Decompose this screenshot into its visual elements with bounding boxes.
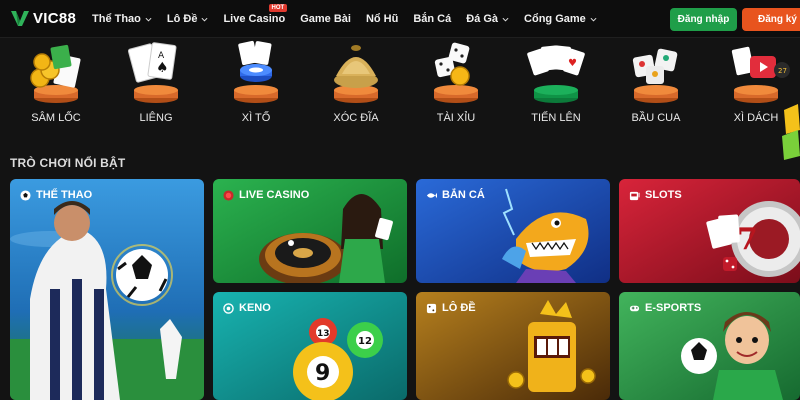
card-title: BẮN CÁ [442, 189, 485, 201]
card-title: LIVE CASINO [239, 189, 310, 201]
nav-label: Lô Đề [166, 13, 198, 25]
nav-item-da-ga[interactable]: Đá Gà [466, 13, 509, 25]
nav-label: Đá Gà [466, 13, 499, 25]
game-label: TÀI XỈU [436, 112, 476, 124]
chevron-down-icon [145, 17, 152, 22]
card-slots[interactable]: 7 SLOTS [619, 179, 800, 283]
nav-label: Thể Thao [92, 13, 141, 25]
nav-label: Game Bài [300, 13, 351, 25]
card-the-thao[interactable]: THỂ THAO [10, 179, 204, 400]
svg-text:♥: ♥ [568, 58, 577, 69]
section-title: TRÒ CHƠI NỔI BẬT [10, 156, 126, 170]
card-ban-ca[interactable]: BẮN CÁ [416, 179, 610, 283]
top-header: VIC88 Thể Thao Lô Đề Live Casino HOT Gam… [0, 0, 800, 38]
card-lo-de[interactable]: LÔ ĐỀ [416, 292, 610, 400]
card-games-row: SÂM LỐC A ♠ LIÊNG XÌ TỐ XÓC ĐĨA TÀI XỈU … [0, 38, 800, 134]
brand-logo[interactable]: VIC88 [10, 10, 76, 27]
xi-dach-icon: 27 [731, 46, 790, 103]
nav-label: Bắn Cá [413, 13, 452, 25]
svg-text:12: 12 [358, 336, 372, 347]
soccer-ball-icon [20, 189, 31, 201]
logo-v-icon [11, 11, 29, 26]
card-label-row: KENO [223, 302, 271, 314]
promo-side-banner[interactable] [780, 100, 800, 160]
nav-label: Cổng Game [524, 13, 586, 25]
card-title: LÔ ĐỀ [442, 302, 476, 314]
main-nav: Thể Thao Lô Đề Live Casino HOT Game Bài … [92, 0, 612, 38]
live-dot-icon [223, 189, 234, 201]
game-label: TIẾN LÊN [531, 112, 581, 124]
card-title: THỂ THAO [36, 189, 93, 201]
chevron-down-icon [502, 17, 509, 22]
card-title: E-SPORTS [645, 302, 702, 314]
svg-text:♠: ♠ [156, 60, 169, 76]
game-bau-cua[interactable]: BẦU CUA [616, 38, 696, 134]
card-e-sports[interactable]: E-SPORTS [619, 292, 800, 400]
game-label: SÂM LỐC [31, 112, 81, 124]
chevron-down-icon [201, 17, 208, 22]
svg-text:9: 9 [315, 361, 330, 386]
lieng-icon: A ♠ [127, 42, 178, 103]
nav-label: Live Casino [223, 13, 286, 25]
nav-item-live-casino[interactable]: Live Casino HOT [223, 4, 288, 25]
register-button[interactable]: Đăng ký [742, 8, 800, 31]
xi-to-icon [234, 40, 278, 103]
card-label-row: THỂ THAO [20, 189, 92, 201]
card-live-casino[interactable]: LIVE CASINO [213, 179, 407, 283]
card-label-row: SLOTS [629, 189, 682, 201]
game-xoc-dia[interactable]: XÓC ĐĨA [316, 38, 396, 134]
sports-card-art [10, 179, 204, 400]
card-keno[interactable]: 13 12 9 KENO [213, 292, 407, 400]
brand-name: VIC88 [33, 10, 77, 27]
game-label: LIÊNG [139, 112, 173, 124]
svg-text:13: 13 [317, 329, 330, 339]
card-label-row: BẮN CÁ [426, 189, 485, 201]
card-label-row: E-SPORTS [629, 302, 701, 314]
card-title: SLOTS [645, 189, 682, 201]
slot-machine-icon [629, 191, 640, 200]
game-tien-len[interactable]: ♥ TIẾN LÊN [516, 38, 596, 134]
nav-item-game-bai[interactable]: Game Bài [300, 13, 351, 25]
game-lieng[interactable]: A ♠ LIÊNG [116, 38, 196, 134]
keno-icon [223, 302, 234, 314]
nav-item-ban-ca[interactable]: Bắn Cá [413, 13, 451, 25]
login-button[interactable]: Đăng nhập [670, 8, 737, 31]
game-xi-to[interactable]: XÌ TỐ [216, 38, 296, 134]
tai-xiu-icon [434, 42, 478, 103]
card-label-row: LÔ ĐỀ [426, 302, 476, 314]
game-label: XÓC ĐĨA [333, 112, 379, 124]
svg-text:7: 7 [737, 222, 758, 257]
game-sam-loc[interactable]: SÂM LỐC [16, 38, 96, 134]
nav-item-the-thao[interactable]: Thể Thao [92, 13, 152, 25]
nav-label: Nổ Hũ [365, 13, 399, 25]
game-label: XÌ TỐ [241, 112, 271, 124]
svg-text:27: 27 [778, 67, 787, 75]
nav-item-cong-game[interactable]: Cổng Game [524, 13, 597, 25]
fish-icon [426, 192, 437, 198]
nav-item-no-hu[interactable]: Nổ Hũ [366, 13, 398, 25]
nav-item-lo-de[interactable]: Lô Đề [167, 13, 209, 25]
bau-cua-icon [632, 48, 678, 103]
gamepad-icon [629, 305, 640, 311]
card-label-row: LIVE CASINO [223, 189, 309, 201]
game-tai-xiu[interactable]: TÀI XỈU [416, 38, 496, 134]
dice-icon [426, 303, 437, 313]
xoc-dia-icon [334, 45, 378, 103]
sam-loc-icon [30, 44, 81, 103]
tien-len-icon: ♥ [527, 45, 585, 103]
hot-badge: HOT [268, 4, 288, 12]
game-label: BẦU CUA [631, 112, 681, 124]
chevron-down-icon [590, 17, 597, 22]
card-title: KENO [239, 302, 271, 314]
